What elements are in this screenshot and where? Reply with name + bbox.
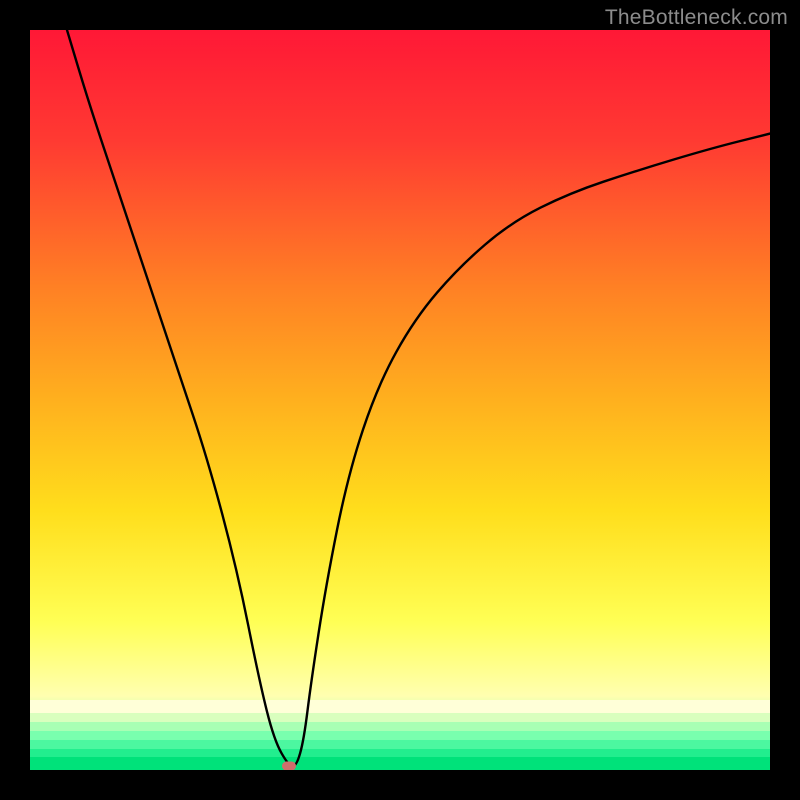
- bottleneck-curve: [30, 30, 770, 770]
- chart-root: TheBottleneck.com: [0, 0, 800, 800]
- plot-area: [30, 30, 770, 770]
- watermark: TheBottleneck.com: [605, 6, 788, 30]
- optimal-marker: [282, 762, 296, 770]
